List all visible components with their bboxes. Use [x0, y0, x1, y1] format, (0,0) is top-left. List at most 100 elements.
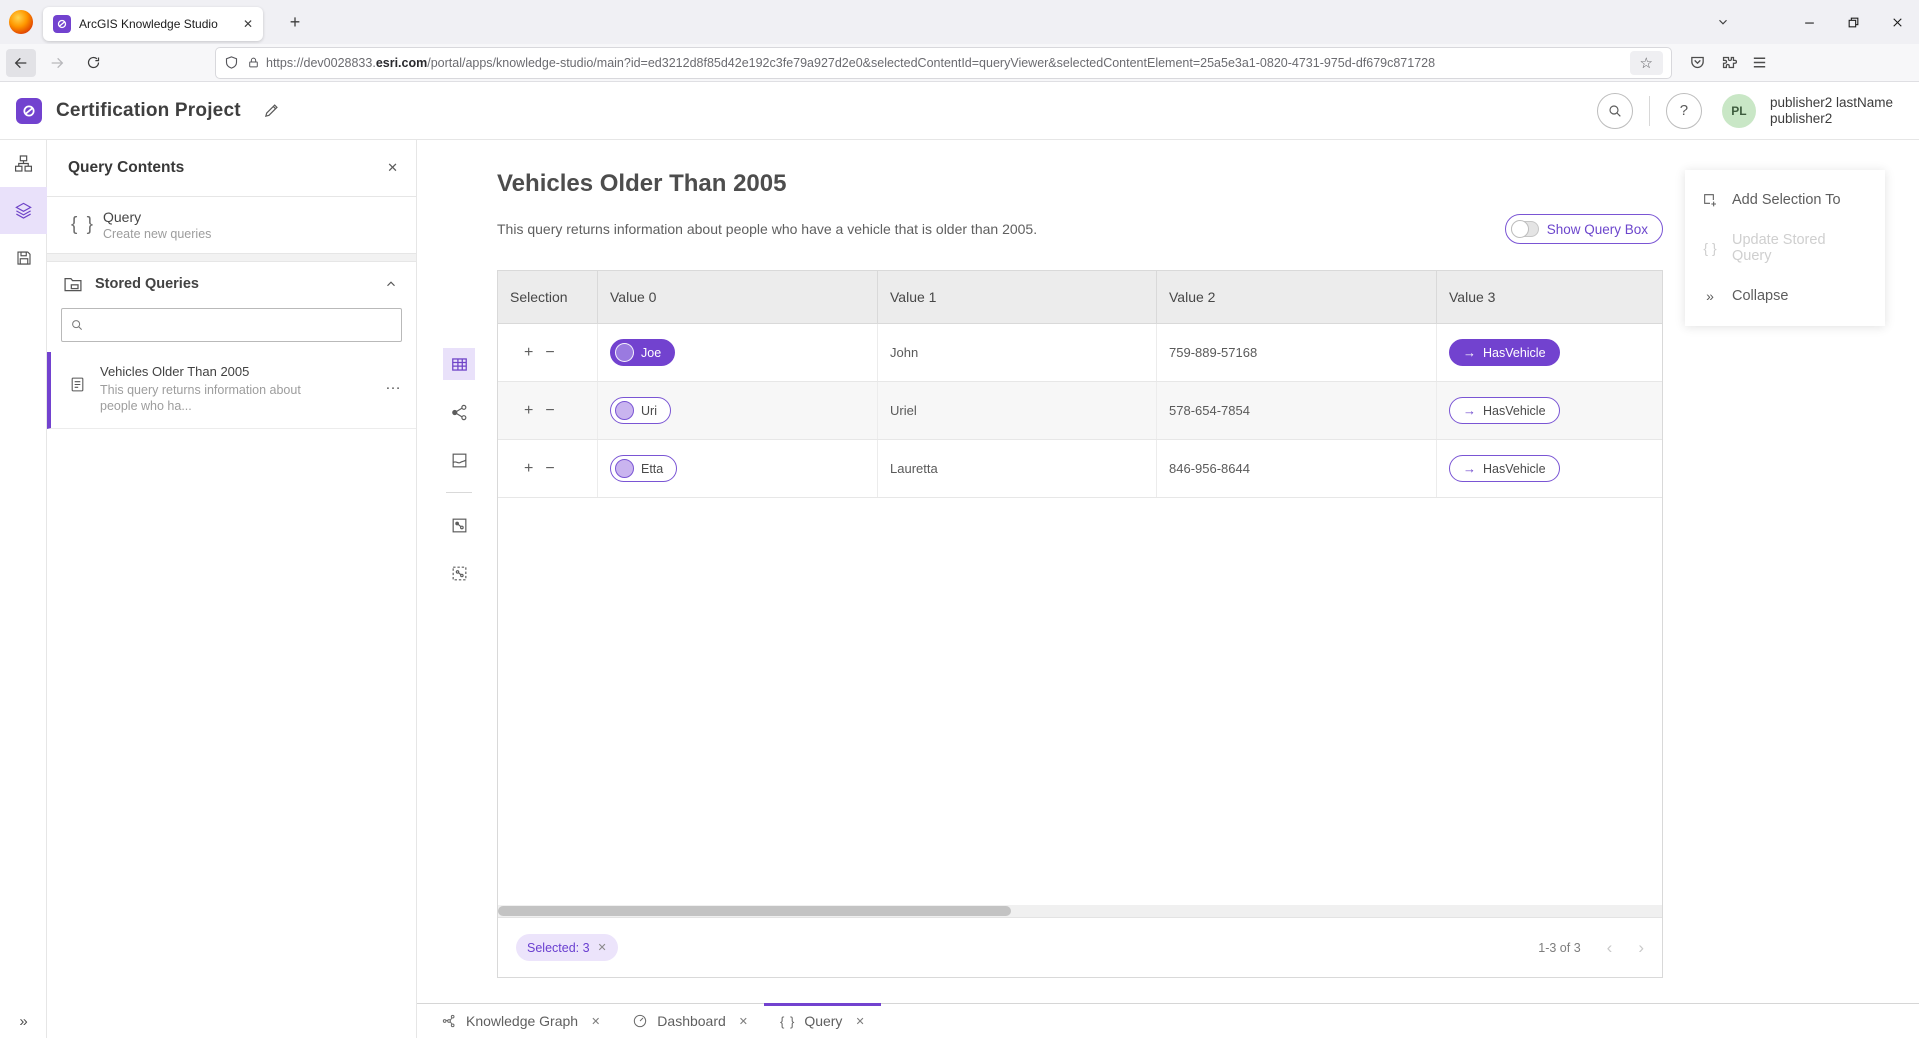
selection-view-icon[interactable]	[443, 557, 475, 589]
next-page-button[interactable]: ›	[1638, 938, 1644, 958]
user-username: publisher2	[1770, 111, 1893, 127]
project-title: Certification Project	[56, 100, 241, 122]
expand-row-button[interactable]: +	[524, 344, 533, 362]
url-bar[interactable]: https://dev0028833.esri.com/portal/apps/…	[216, 48, 1671, 78]
entity-label: Etta	[641, 462, 663, 476]
table-header-row: SelectionValue 0Value 1Value 2Value 3	[498, 271, 1662, 324]
tab-knowledge-graph[interactable]: Knowledge Graph ✕	[425, 1004, 616, 1038]
browser-tab[interactable]: ArcGIS Knowledge Studio ✕	[43, 7, 263, 41]
left-icon-rail: »	[0, 140, 47, 1038]
braces-icon: { }	[63, 214, 103, 236]
lock-icon[interactable]	[247, 56, 260, 69]
restore-button[interactable]	[1831, 5, 1875, 39]
stored-query-description: This query returns information about peo…	[100, 382, 385, 414]
stored-queries-searchbox[interactable]	[61, 308, 402, 342]
expand-row-button[interactable]: +	[524, 460, 533, 478]
clear-selection-button[interactable]: ✕	[598, 941, 607, 954]
entity-label: Uri	[641, 404, 657, 418]
search-button[interactable]	[1597, 93, 1633, 129]
tab-close-icon[interactable]: ✕	[855, 1015, 864, 1028]
tab-query[interactable]: { } Query ✕	[764, 1004, 881, 1038]
relationship-pill[interactable]: →HasVehicle	[1449, 339, 1560, 366]
context-menu-item-update-stored-query[interactable]: { } Update Stored Query	[1685, 224, 1885, 272]
prev-page-button[interactable]: ‹	[1607, 938, 1613, 958]
back-button[interactable]	[6, 49, 36, 77]
relationship-pill[interactable]: →HasVehicle	[1449, 455, 1560, 482]
browser-window: ArcGIS Knowledge Studio ✕ +	[0, 0, 1919, 1038]
toggle-switch[interactable]	[1511, 221, 1539, 237]
query-item[interactable]: { } Query Create new queries	[47, 197, 416, 254]
value2-cell: 846-956-8644	[1157, 440, 1437, 497]
map-view-icon[interactable]	[443, 444, 475, 476]
tab-close-icon[interactable]: ✕	[591, 1015, 600, 1028]
forward-button[interactable]	[42, 49, 72, 77]
tab-list-button[interactable]	[1701, 5, 1745, 39]
minimize-button[interactable]	[1787, 5, 1831, 39]
panel-close-button[interactable]: ✕	[387, 160, 398, 176]
entity-pill[interactable]: Joe	[610, 339, 675, 366]
reload-button[interactable]	[78, 49, 108, 77]
user-avatar[interactable]: PL	[1722, 94, 1756, 128]
link-chart-view-icon[interactable]	[443, 396, 475, 428]
table-row: +−EttaLauretta846-956-8644→HasVehicle	[498, 440, 1662, 498]
tab-dashboard[interactable]: Dashboard ✕	[616, 1004, 764, 1038]
stored-query-title: Vehicles Older Than 2005	[100, 364, 385, 379]
toggle-label: Show Query Box	[1547, 222, 1648, 237]
table-row: +−JoeJohn759-889-57168→HasVehicle	[498, 324, 1662, 382]
pocket-icon[interactable]	[1689, 54, 1706, 71]
context-menu-item-add-selection[interactable]: Add Selection To	[1685, 176, 1885, 224]
horizontal-scrollbar-track[interactable]	[498, 905, 1662, 917]
user-menu[interactable]: publisher2 lastName publisher2	[1770, 95, 1893, 127]
context-menu-item-collapse[interactable]: » Collapse	[1685, 272, 1885, 320]
pagination-label: 1-3 of 3	[1538, 941, 1580, 955]
deselect-row-button[interactable]: −	[545, 460, 554, 478]
section-divider	[47, 254, 416, 262]
deselect-row-button[interactable]: −	[545, 402, 554, 420]
extensions-icon[interactable]	[1720, 54, 1737, 71]
main-content: Vehicles Older Than 2005 This query retu…	[417, 140, 1919, 1038]
stored-queries-search-input[interactable]	[90, 318, 393, 333]
bookmark-star-icon[interactable]: ☆	[1630, 51, 1663, 75]
deselect-row-button[interactable]: −	[545, 344, 554, 362]
tracking-shield-icon[interactable]	[224, 55, 239, 70]
value1-cell: Uriel	[878, 382, 1157, 439]
expand-rail-button[interactable]: »	[0, 1013, 47, 1030]
link-chart-map-view-icon[interactable]	[443, 509, 475, 541]
firefox-logo-icon[interactable]	[9, 10, 33, 34]
show-query-box-toggle[interactable]: Show Query Box	[1505, 214, 1663, 244]
new-tab-button[interactable]: +	[281, 8, 309, 36]
tab-close-button[interactable]: ✕	[243, 17, 253, 31]
relationship-pill[interactable]: →HasVehicle	[1449, 397, 1560, 424]
edit-title-icon[interactable]	[263, 102, 280, 119]
item-options-button[interactable]: …	[385, 376, 402, 394]
braces-icon: { }	[1701, 240, 1719, 256]
stored-query-item[interactable]: Vehicles Older Than 2005 This query retu…	[47, 352, 416, 429]
rail-item-contents-icon[interactable]	[0, 187, 47, 234]
selected-chip[interactable]: Selected: 3 ✕	[516, 934, 618, 961]
browser-toolbar: https://dev0028833.esri.com/portal/apps/…	[0, 44, 1919, 82]
relationship-label: HasVehicle	[1483, 346, 1546, 360]
tab-close-icon[interactable]: ✕	[739, 1015, 748, 1028]
url-text: https://dev0028833.esri.com/portal/apps/…	[266, 56, 1624, 70]
table-view-icon[interactable]	[443, 348, 475, 380]
view-switcher-toolbar	[443, 348, 475, 605]
table-body: +−JoeJohn759-889-57168→HasVehicle+−UriUr…	[498, 324, 1662, 498]
close-window-button[interactable]	[1875, 5, 1919, 39]
rail-item-data-model-icon[interactable]	[0, 140, 47, 187]
rail-item-save-icon[interactable]	[0, 234, 47, 281]
horizontal-scrollbar-thumb[interactable]	[498, 906, 1011, 916]
chevron-up-icon[interactable]	[384, 277, 398, 291]
stored-query-doc-icon	[69, 376, 86, 393]
browser-tab-title: ArcGIS Knowledge Studio	[79, 17, 235, 31]
query-contents-panel: Query Contents ✕ { } Query Create new qu…	[47, 140, 417, 1038]
panel-title: Query Contents	[68, 159, 387, 177]
hamburger-menu-icon[interactable]	[1751, 54, 1768, 71]
help-button[interactable]: ?	[1666, 93, 1702, 129]
query-description: This query returns information about peo…	[497, 221, 1505, 237]
value2-cell: 578-654-7854	[1157, 382, 1437, 439]
entity-pill[interactable]: Uri	[610, 397, 671, 424]
relationship-label: HasVehicle	[1483, 404, 1546, 418]
stored-queries-header[interactable]: Stored Queries	[47, 262, 416, 304]
entity-pill[interactable]: Etta	[610, 455, 677, 482]
expand-row-button[interactable]: +	[524, 402, 533, 420]
